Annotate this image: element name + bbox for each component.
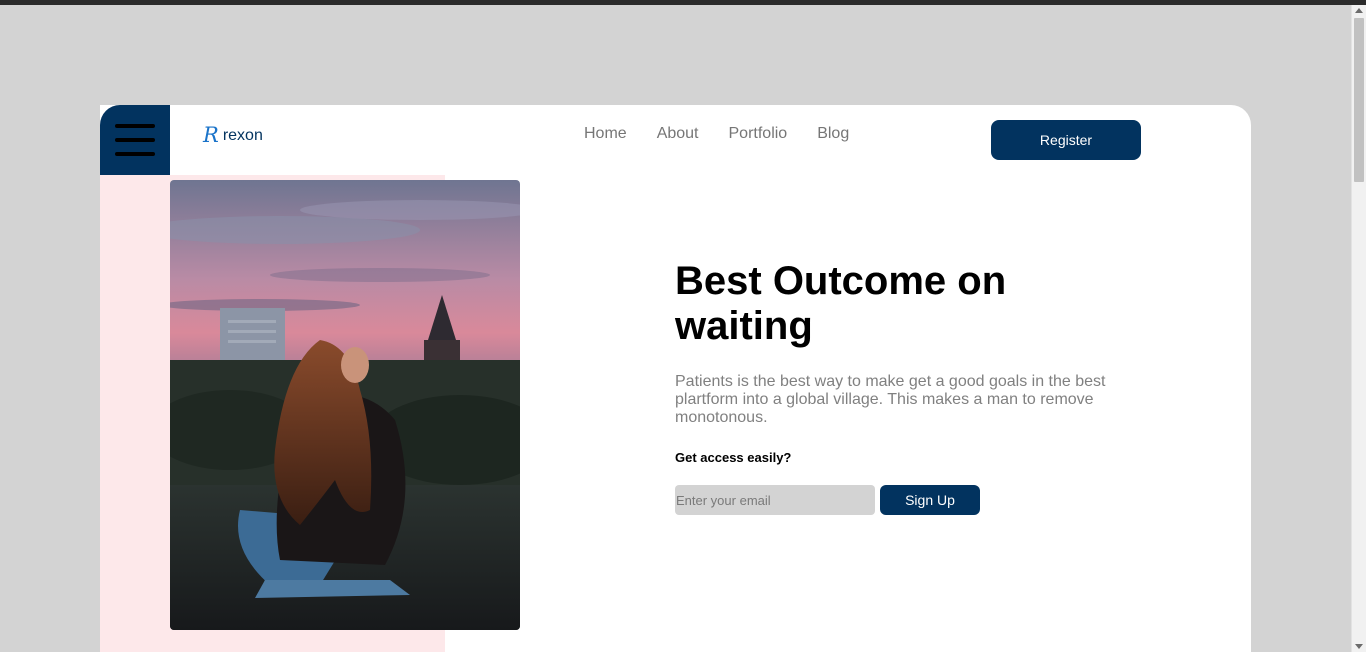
hero-section: Best Outcome on waiting Patients is the … xyxy=(675,259,1135,515)
page-scrollbar[interactable] xyxy=(1351,5,1366,652)
menu-bar-line xyxy=(115,152,155,156)
hero-photo-illustration xyxy=(170,180,520,630)
nav-portfolio[interactable]: Portfolio xyxy=(729,125,788,143)
email-input[interactable] xyxy=(675,485,875,515)
nav-about[interactable]: About xyxy=(657,125,699,143)
page-card: R rexon Home About Portfolio Blog Regist… xyxy=(100,105,1251,652)
hero-photo xyxy=(170,180,520,630)
signup-form: Sign Up xyxy=(675,485,1135,515)
menu-bar-line xyxy=(115,124,155,128)
browser-top-bar xyxy=(0,0,1366,5)
scroll-up-arrow-icon[interactable] xyxy=(1355,8,1363,13)
scroll-down-arrow-icon[interactable] xyxy=(1355,644,1363,649)
access-label: Get access easily? xyxy=(675,450,792,465)
main-nav: Home About Portfolio Blog xyxy=(584,125,879,143)
menu-bar-line xyxy=(115,138,155,142)
nav-blog[interactable]: Blog xyxy=(817,125,849,143)
scroll-thumb[interactable] xyxy=(1354,18,1364,182)
hamburger-menu-icon[interactable] xyxy=(100,105,170,175)
nav-home[interactable]: Home xyxy=(584,125,627,143)
logo-text: rexon xyxy=(222,126,263,144)
hero-description: Patients is the best way to make get a g… xyxy=(675,373,1106,426)
register-button[interactable]: Register xyxy=(991,120,1141,160)
hero-title: Best Outcome on waiting xyxy=(675,259,1007,348)
brand-logo[interactable]: R rexon xyxy=(203,125,263,146)
logo-mark: R xyxy=(203,123,219,147)
signup-button[interactable]: Sign Up xyxy=(880,485,980,515)
